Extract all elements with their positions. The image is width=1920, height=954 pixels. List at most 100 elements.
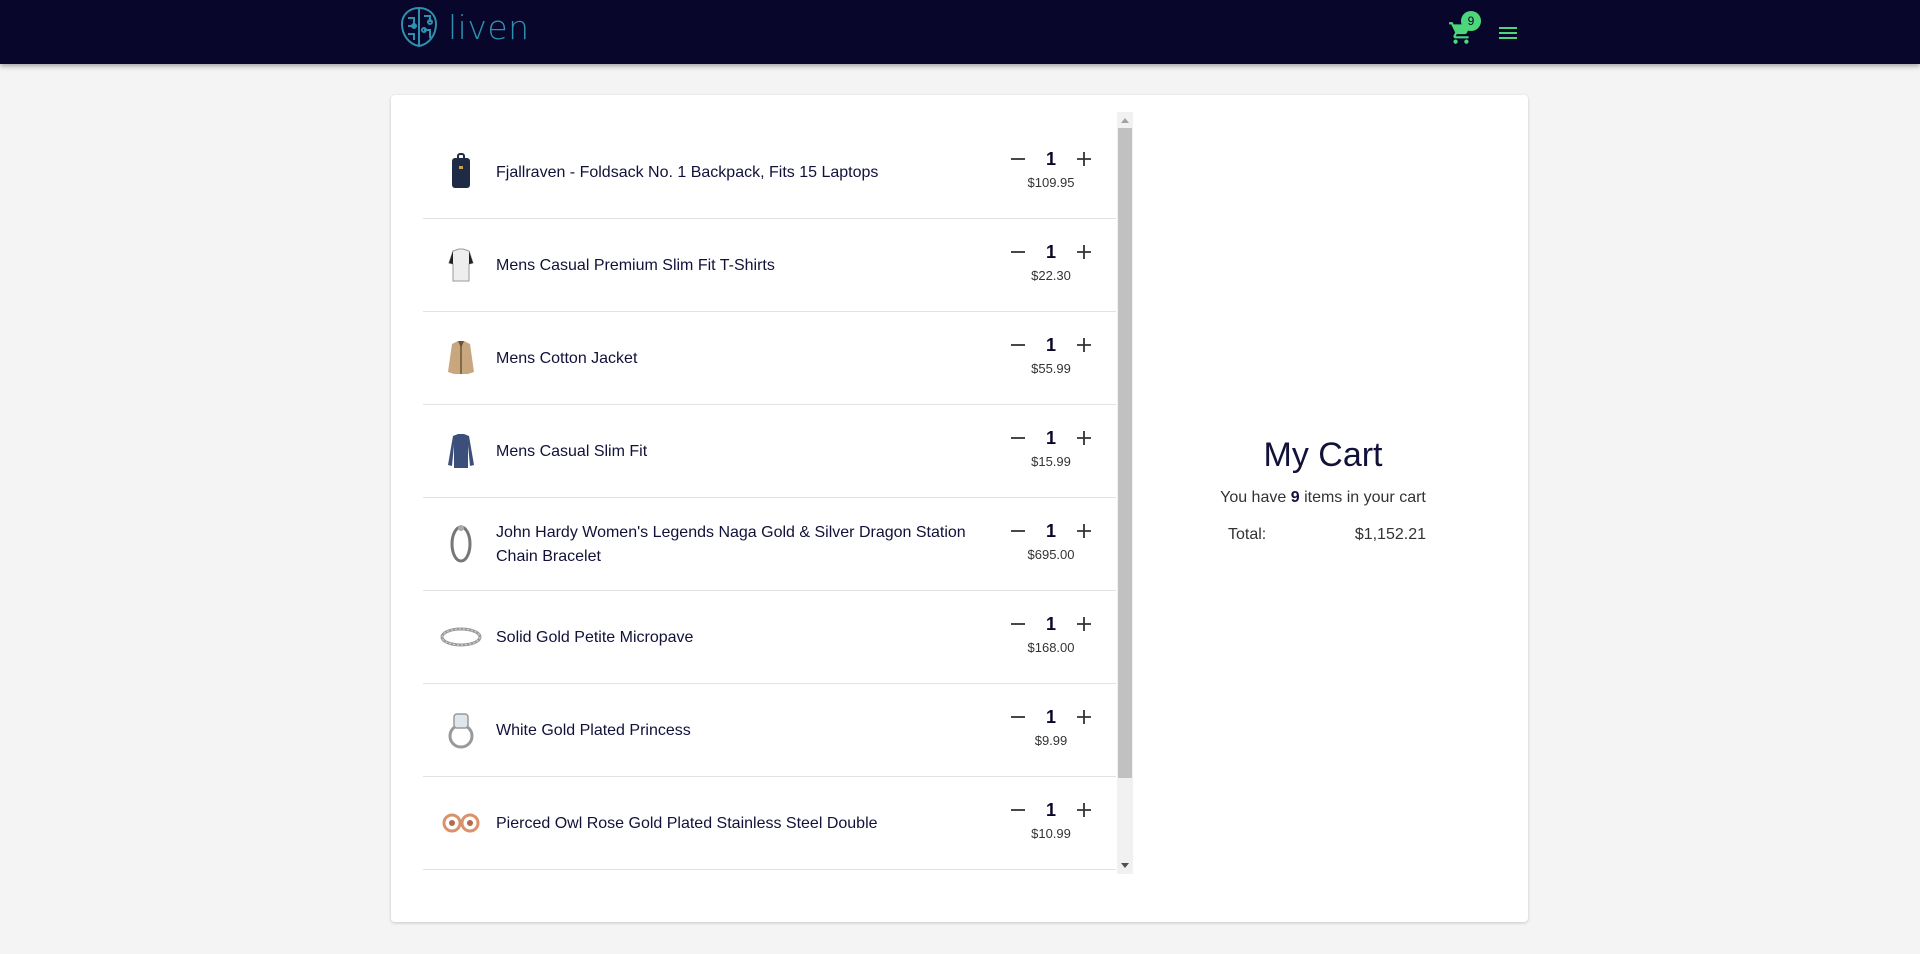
item-price: $695.00: [1027, 547, 1075, 562]
quantity-stepper: 1 $10.99: [1001, 795, 1101, 841]
decrease-quantity-button[interactable]: [1003, 144, 1033, 174]
item-price: $22.30: [1031, 268, 1071, 283]
quantity-stepper: 1 $9.99: [1001, 702, 1101, 748]
increase-quantity-button[interactable]: [1069, 423, 1099, 453]
quantity-value: 1: [1045, 334, 1056, 355]
count-suffix: items in your cart: [1304, 489, 1426, 506]
menu-button[interactable]: [1496, 21, 1520, 45]
decrease-quantity-button[interactable]: [1003, 795, 1033, 825]
scrollbar-thumb[interactable]: [1118, 128, 1132, 778]
scroll-down-arrow[interactable]: [1117, 858, 1133, 874]
minus-icon: [1011, 530, 1025, 532]
brand-name: liven: [448, 7, 530, 47]
item-title[interactable]: Fjallraven - Foldsack No. 1 Backpack, Fi…: [496, 126, 976, 219]
quantity-value: 1: [1045, 427, 1056, 448]
quantity-value: 1: [1045, 613, 1056, 634]
cart-item-list[interactable]: Fjallraven - Foldsack No. 1 Backpack, Fi…: [423, 112, 1133, 874]
cart-item: White Gold Plated Princess 1 $9.99: [423, 684, 1116, 777]
quantity-value: 1: [1045, 799, 1056, 820]
decrease-quantity-button[interactable]: [1003, 423, 1033, 453]
tshirt-image: [439, 243, 483, 287]
quantity-stepper: 1 $168.00: [1001, 609, 1101, 655]
cart-count-badge: 9: [1461, 11, 1481, 31]
decrease-quantity-button[interactable]: [1003, 516, 1033, 546]
quantity-value: 1: [1045, 520, 1056, 541]
item-title[interactable]: White Gold Plated Princess: [496, 684, 976, 777]
decrease-quantity-button[interactable]: [1003, 609, 1033, 639]
minus-icon: [1011, 437, 1025, 439]
item-price: $10.99: [1031, 826, 1071, 841]
plus-icon: [1077, 245, 1091, 259]
minus-icon: [1011, 809, 1025, 811]
item-title[interactable]: Solid Gold Petite Micropave: [496, 591, 976, 684]
plus-icon: [1077, 338, 1091, 352]
quantity-stepper: 1 $55.99: [1001, 330, 1101, 376]
cart-item: Mens Casual Slim Fit 1 $15.99: [423, 405, 1116, 498]
minus-icon: [1011, 623, 1025, 625]
quantity-value: 1: [1045, 148, 1056, 169]
quantity-value: 1: [1045, 706, 1056, 727]
plus-icon: [1077, 617, 1091, 631]
increase-quantity-button[interactable]: [1069, 795, 1099, 825]
brain-logo-icon: [400, 6, 438, 48]
top-navbar: liven 9: [0, 0, 1920, 64]
decrease-quantity-button[interactable]: [1003, 702, 1033, 732]
minus-icon: [1011, 251, 1025, 253]
increase-quantity-button[interactable]: [1069, 702, 1099, 732]
minus-icon: [1011, 716, 1025, 718]
bracelet-image: [439, 522, 483, 566]
total-value: $1,152.21: [1354, 526, 1426, 543]
quantity-stepper: 1 $15.99: [1001, 423, 1101, 469]
cart-item: Pierced Owl Rose Gold Plated Stainless S…: [423, 777, 1116, 870]
increase-quantity-button[interactable]: [1069, 609, 1099, 639]
quantity-value: 1: [1045, 241, 1056, 262]
cart-item-count: 9: [1290, 489, 1300, 506]
item-title[interactable]: Pierced Owl Rose Gold Plated Stainless S…: [496, 777, 976, 870]
plus-icon: [1077, 431, 1091, 445]
increase-quantity-button[interactable]: [1069, 330, 1099, 360]
plus-icon: [1077, 152, 1091, 166]
triangle-up-icon: [1121, 118, 1129, 123]
total-label: Total:: [1228, 526, 1267, 543]
decrease-quantity-button[interactable]: [1003, 330, 1033, 360]
item-price: $55.99: [1031, 361, 1071, 376]
plus-icon: [1077, 710, 1091, 724]
cart-item: Fjallraven - Foldsack No. 1 Backpack, Fi…: [423, 126, 1116, 219]
longsleeve-image: [439, 429, 483, 473]
brand-logo[interactable]: liven: [396, 4, 530, 50]
diamond-ring-image: [439, 708, 483, 752]
cart-summary-title: My Cart: [1263, 436, 1383, 474]
cart-total-row: Total: $1,152.21: [1160, 526, 1486, 544]
cart-item: Mens Cotton Jacket 1 $55.99: [423, 312, 1116, 405]
item-title[interactable]: Mens Casual Premium Slim Fit T-Shirts: [496, 219, 976, 312]
item-title[interactable]: John Hardy Women's Legends Naga Gold & S…: [496, 498, 976, 591]
item-price: $9.99: [1034, 733, 1068, 748]
cart-item: John Hardy Women's Legends Naga Gold & S…: [423, 498, 1116, 591]
decrease-quantity-button[interactable]: [1003, 237, 1033, 267]
quantity-stepper: 1 $109.95: [1001, 144, 1101, 190]
cart-item: Mens Casual Premium Slim Fit T-Shirts 1 …: [423, 219, 1116, 312]
minus-icon: [1011, 158, 1025, 160]
count-prefix: You have: [1220, 489, 1287, 506]
cart-summary: My Cart You have 9 items in your cart To…: [1160, 436, 1486, 544]
item-price: $15.99: [1031, 454, 1071, 469]
triangle-down-icon: [1121, 863, 1129, 868]
plus-icon: [1077, 803, 1091, 817]
cart-list-scrollbar[interactable]: [1117, 112, 1133, 874]
quantity-stepper: 1 $695.00: [1001, 516, 1101, 562]
item-title[interactable]: Mens Casual Slim Fit: [496, 405, 976, 498]
quantity-stepper: 1 $22.30: [1001, 237, 1101, 283]
item-title[interactable]: Mens Cotton Jacket: [496, 312, 976, 405]
jacket-image: [439, 336, 483, 380]
hamburger-menu-icon: [1499, 27, 1517, 39]
item-price: $168.00: [1027, 640, 1075, 655]
item-price: $109.95: [1027, 175, 1075, 190]
earrings-image: [439, 801, 483, 845]
increase-quantity-button[interactable]: [1069, 237, 1099, 267]
cart-item-count-text: You have 9 items in your cart: [1160, 489, 1486, 507]
plus-icon: [1077, 524, 1091, 538]
increase-quantity-button[interactable]: [1069, 144, 1099, 174]
increase-quantity-button[interactable]: [1069, 516, 1099, 546]
backpack-image: [439, 150, 483, 194]
scroll-up-arrow[interactable]: [1117, 112, 1133, 128]
